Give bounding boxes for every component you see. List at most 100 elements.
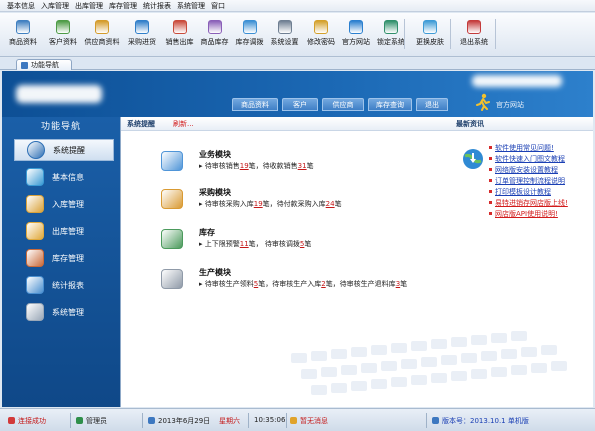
news-item-0[interactable]: 软件使用常见问题! (489, 143, 593, 154)
sidebar: 功能导航 系统提醒 基本信息 入库管理 出库管理 库存管理 统计报表 系统管理 (2, 117, 120, 407)
user-icon (76, 417, 83, 424)
notebook-icon (161, 151, 183, 171)
sidebar-item-label: 库存管理 (52, 253, 84, 263)
sidebar-item-report[interactable]: 统计报表 (14, 274, 114, 296)
news-item-1[interactable]: 软件快速入门图文教程 (489, 154, 593, 165)
skin-icon (423, 20, 437, 34)
menu-item-5[interactable]: 系统管理 (174, 0, 208, 12)
toolbar-button-label: 官方网站 (342, 38, 370, 46)
header-nav-item-4[interactable]: 退出 (416, 98, 448, 111)
tab-function-nav[interactable]: 功能导航 (16, 59, 72, 70)
header-nav-item-0[interactable]: 商品资料 (232, 98, 278, 111)
toolbar-button-label: 锁定系统 (377, 38, 405, 46)
sidebar-item-blocks[interactable]: 基本信息 (14, 166, 114, 188)
transfer-icon (242, 20, 257, 34)
menu-item-1[interactable]: 入库管理 (38, 0, 72, 12)
nav-tab-icon (21, 61, 28, 69)
toolbar-button-label: 采购进货 (128, 38, 156, 46)
blurred-logo (16, 85, 102, 103)
menu-item-3[interactable]: 库存管理 (106, 0, 140, 12)
header-nav-item-2[interactable]: 供应商 (322, 98, 364, 111)
status-message[interactable]: 暂无消息 (290, 416, 328, 426)
goods-icon (16, 20, 30, 34)
toolbar-password-button[interactable]: 修改密码 (304, 16, 338, 54)
box-in-icon (26, 195, 44, 213)
person-running-icon[interactable] (474, 93, 492, 111)
toolbar-button-label: 客户资料 (49, 38, 77, 46)
sidebar-item-info[interactable]: 系统提醒 (14, 139, 114, 161)
warehouse-icon (26, 249, 44, 267)
module-count-link[interactable]: 24 (326, 200, 335, 208)
toolbar-button-label: 更换皮肤 (416, 38, 444, 46)
module-text: 待审核销售 (204, 162, 240, 170)
toolbar-customer-button[interactable]: 客户资料 (46, 16, 80, 54)
globe-download-icon (463, 149, 483, 169)
news-item-3[interactable]: 订单管理控制流程说明 (489, 176, 593, 187)
sidebar-item-gears[interactable]: 系统管理 (14, 301, 114, 323)
calendar-icon (148, 417, 155, 424)
menu-bar: 基本信息 入库管理 出库管理 库存管理 统计报表 系统管理 窗口 (0, 0, 595, 12)
status-time: 10:35:06 (254, 416, 286, 424)
info-icon (27, 141, 45, 159)
news-title: 最新资讯 (456, 120, 484, 128)
news-item-2[interactable]: 网络版安装设置教程 (489, 165, 593, 176)
message-icon (290, 417, 297, 424)
status-user: 管理员 (76, 416, 107, 426)
toolbar-button-label: 退出系统 (460, 38, 488, 46)
menu-item-6[interactable]: 窗口 (208, 0, 228, 12)
content-tab-reminders[interactable]: 系统提醒 (127, 119, 155, 129)
customer-icon (56, 20, 70, 34)
toolbar-transfer-button[interactable]: 库存调拨 (233, 16, 266, 54)
toolbar-supplier-button[interactable]: 供应商资料 (82, 16, 122, 54)
status-weekday: 星期六 (219, 417, 240, 425)
tab-strip: 功能导航 (0, 58, 595, 70)
status-divider (70, 413, 71, 428)
toolbar-lock-button[interactable]: 锁定系统 (374, 16, 408, 54)
menu-item-0[interactable]: 基本信息 (4, 0, 38, 12)
module-count-link[interactable]: 19 (254, 200, 263, 208)
toolbar-settings-button[interactable]: 系统设置 (268, 16, 301, 54)
status-divider (286, 413, 287, 428)
toolbar-sales-button[interactable]: 销售出库 (163, 16, 196, 54)
lock-icon (384, 20, 398, 34)
toolbar-skin-button[interactable]: 更换皮肤 (410, 16, 450, 54)
sidebar-item-box-in[interactable]: 入库管理 (14, 193, 114, 215)
module-count-link[interactable]: 19 (240, 162, 249, 170)
cart-icon (161, 189, 183, 209)
refresh-link[interactable]: 刷新... (173, 119, 194, 129)
sidebar-item-box-out[interactable]: 出库管理 (14, 220, 114, 242)
status-divider (248, 413, 249, 428)
module-count-link[interactable]: 11 (240, 240, 249, 248)
website-icon (349, 20, 363, 34)
news-item-6[interactable]: 网店版API使用说明! (489, 209, 593, 220)
header-website-link[interactable]: 官方网站 (496, 100, 524, 110)
menu-item-2[interactable]: 出库管理 (72, 0, 106, 12)
toolbar-inventory-button[interactable]: 商品库存 (198, 16, 231, 54)
header-nav-item-1[interactable]: 客户 (282, 98, 318, 111)
toolbar-website-button[interactable]: 官方网站 (340, 16, 372, 54)
sidebar-item-label: 入库管理 (52, 199, 84, 209)
sidebar-item-label: 出库管理 (52, 226, 84, 236)
toolbar-button-label: 修改密码 (307, 38, 335, 46)
connection-icon (8, 417, 15, 424)
news-item-5[interactable]: 易特进销存网店版上线! (489, 198, 593, 209)
menu-item-4[interactable]: 统计报表 (140, 0, 174, 12)
toolbar-separator (404, 19, 405, 49)
sidebar-item-label: 系统管理 (52, 307, 84, 317)
box-out-icon (26, 222, 44, 240)
status-date: 2013年6月29日 (148, 416, 210, 426)
module-text: 笔，待审核生产入库 (258, 280, 322, 288)
toolbar-exit-button[interactable]: 退出系统 (456, 16, 492, 54)
module-count-link[interactable]: 31 (298, 162, 307, 170)
status-divider (426, 413, 427, 428)
sidebar-item-warehouse[interactable]: 库存管理 (14, 247, 114, 269)
module-summary: ▸ 待审核销售19笔，待收款销售31笔 (199, 161, 314, 171)
toolbar-purchase-button[interactable]: 采购进货 (124, 16, 160, 54)
supplier-icon (95, 20, 109, 34)
module-summary: ▸ 待审核生产领料5笔，待审核生产入库2笔，待审核生产退料库3笔 (199, 279, 407, 289)
news-item-4[interactable]: 打印模板设计教程 (489, 187, 593, 198)
header-nav-item-3[interactable]: 库存查询 (368, 98, 412, 111)
toolbar-goods-button[interactable]: 商品资料 (4, 16, 42, 54)
toolbar-separator (450, 19, 451, 49)
purchase-icon (135, 20, 149, 34)
